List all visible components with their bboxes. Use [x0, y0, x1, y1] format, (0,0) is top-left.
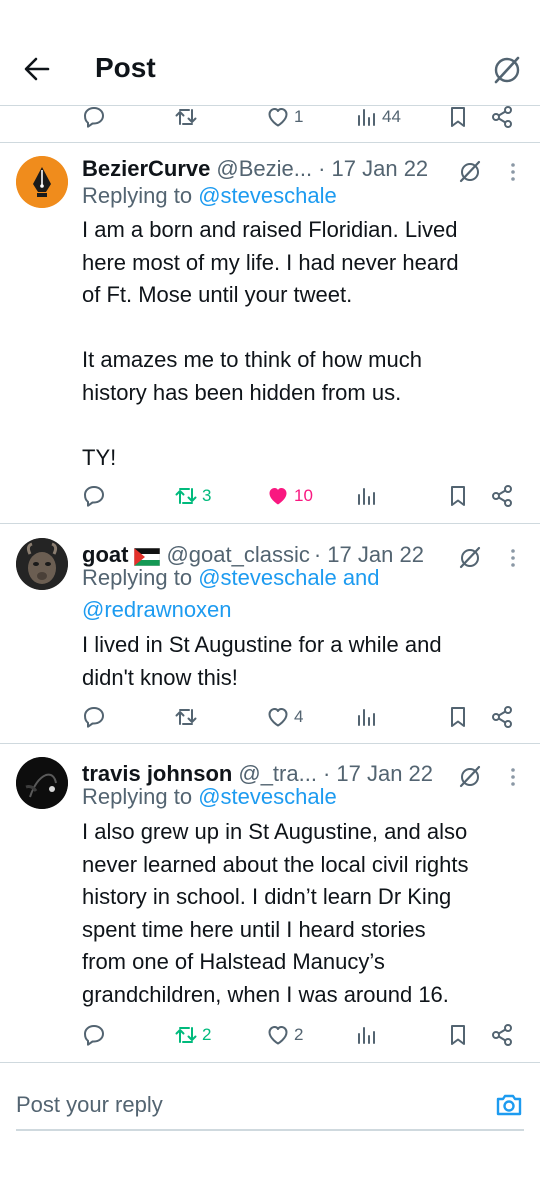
like-button[interactable]: 10	[266, 481, 313, 511]
pen-nib-logo-icon	[16, 156, 68, 208]
repost-icon	[175, 1027, 197, 1043]
avatar[interactable]	[16, 538, 68, 590]
reply-composer[interactable]: Post your reply	[0, 1070, 540, 1131]
share-icon	[492, 485, 512, 507]
repost-button[interactable]	[174, 102, 198, 132]
tweet-text: I am a born and raised Floridian. Lived …	[82, 217, 459, 470]
timestamp[interactable]: · 17 Jan 22	[318, 156, 428, 182]
repost-icon	[175, 488, 197, 504]
camera-button[interactable]	[494, 1090, 524, 1120]
replying-to-line: Replying to @steveschale	[82, 784, 337, 809]
bookmark-icon	[451, 486, 465, 506]
parent-tweet-actions: 1 44	[82, 102, 522, 132]
input-underline	[16, 1129, 524, 1131]
share-icon	[492, 106, 512, 128]
reply-button[interactable]	[82, 102, 106, 132]
grok-button[interactable]	[492, 54, 522, 84]
reply-tweet[interactable]: travis johnson @_tra... · 17 Jan 22 Repl…	[0, 751, 540, 1061]
like-button[interactable]: 2	[266, 1020, 303, 1050]
reply-button[interactable]	[82, 702, 106, 732]
display-name[interactable]: BezierCurve	[82, 156, 210, 182]
repost-button[interactable]: 3	[174, 481, 211, 511]
back-button[interactable]	[22, 55, 52, 83]
reply-tweet[interactable]: BezierCurve @Bezie... · 17 Jan 22 Replyi…	[0, 146, 540, 520]
like-button[interactable]: 4	[266, 702, 303, 732]
mention-link[interactable]: @redrawnoxen	[82, 597, 232, 622]
like-count: 2	[294, 1025, 304, 1044]
tweet-actions: 2 2	[82, 1020, 522, 1050]
reply-button[interactable]	[82, 481, 106, 511]
avatar[interactable]	[16, 156, 68, 208]
goat-photo-avatar	[16, 538, 68, 590]
views-button[interactable]	[354, 481, 378, 511]
tweet-actions: 4	[82, 702, 522, 732]
views-bar-chart-icon	[358, 109, 375, 126]
like-count: 1	[294, 107, 304, 126]
grok-slash-icon	[494, 56, 520, 84]
views-bar-chart-icon	[358, 488, 375, 505]
bookmark-button[interactable]	[446, 702, 470, 732]
camera-icon	[496, 1094, 522, 1116]
views-bar-chart-icon	[358, 1027, 375, 1044]
bookmark-icon	[451, 707, 465, 727]
share-button[interactable]	[490, 481, 514, 511]
mention-link[interactable]: @steveschale	[198, 784, 337, 809]
like-count: 4	[294, 707, 304, 726]
like-count: 10	[294, 486, 313, 505]
tweet-actions: 3 10	[82, 481, 522, 511]
reply-icon	[84, 486, 104, 507]
reply-icon	[84, 707, 104, 728]
reply-input[interactable]: Post your reply	[16, 1092, 163, 1118]
page-title: Post	[95, 52, 156, 83]
share-button[interactable]	[490, 702, 514, 732]
share-button[interactable]	[490, 102, 514, 132]
views-count: 44	[382, 107, 401, 126]
reply-button[interactable]	[82, 1020, 106, 1050]
heart-filled-icon	[269, 488, 287, 505]
arrow-left-icon	[24, 57, 50, 81]
bookmark-icon	[451, 1025, 465, 1045]
divider	[0, 1062, 540, 1063]
mention-link[interactable]: @steveschale	[198, 183, 337, 208]
bookmark-icon	[451, 107, 465, 127]
views-button[interactable]	[354, 702, 378, 732]
repost-icon	[175, 709, 197, 725]
repost-count: 3	[202, 486, 212, 505]
user-handle[interactable]: @Bezie...	[216, 156, 312, 182]
bookmark-button[interactable]	[446, 1020, 470, 1050]
tweet-text: I lived in St Augustine for a while and …	[82, 632, 442, 690]
reply-icon	[84, 1025, 104, 1046]
mention-link[interactable]: @steveschale	[198, 565, 337, 590]
views-button[interactable]: 44	[354, 102, 401, 132]
share-icon	[492, 1024, 512, 1046]
reply-tweet[interactable]: goat @goat_classic · 17 Jan 22 Replying …	[0, 532, 540, 740]
reply-icon	[84, 107, 104, 128]
heart-outline-icon	[268, 708, 288, 727]
top-bar: Post	[0, 0, 540, 106]
repost-icon	[175, 109, 197, 125]
replying-to-line: Replying to @steveschale	[82, 183, 337, 208]
replying-to-line: Replying to @steveschale and @redrawnoxen	[82, 565, 380, 622]
bookmark-button[interactable]	[446, 481, 470, 511]
divider	[0, 523, 540, 524]
repost-count: 2	[202, 1025, 212, 1044]
repost-button[interactable]: 2	[174, 1020, 211, 1050]
share-icon	[492, 706, 512, 728]
views-button[interactable]	[354, 1020, 378, 1050]
views-bar-chart-icon	[358, 709, 375, 726]
repost-button[interactable]	[174, 702, 198, 732]
divider	[0, 142, 540, 143]
heart-outline-icon	[268, 1026, 288, 1045]
heart-outline-icon	[268, 108, 288, 127]
like-button[interactable]: 1	[266, 102, 303, 132]
divider	[0, 743, 540, 744]
bookmark-button[interactable]	[446, 102, 470, 132]
share-button[interactable]	[490, 1020, 514, 1050]
avatar[interactable]	[16, 757, 68, 809]
tweet-text: I also grew up in St Augustine, and also…	[82, 819, 469, 1007]
dark-photo-avatar	[16, 757, 68, 809]
